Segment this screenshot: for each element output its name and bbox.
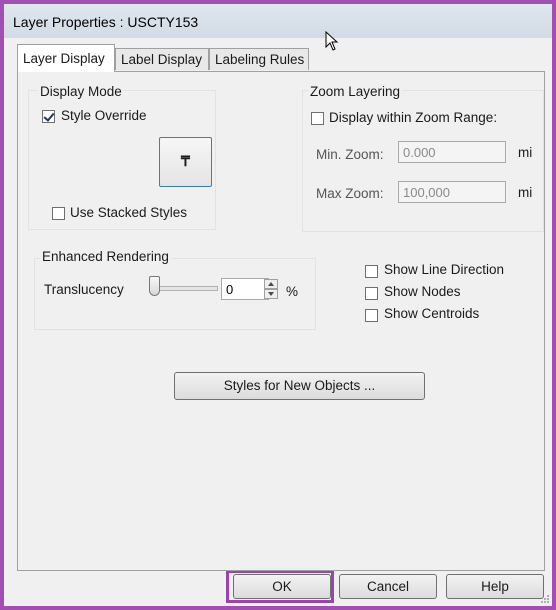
max-zoom-unit: mi xyxy=(518,185,533,200)
display-within-zoom-label: Display within Zoom Range: xyxy=(329,110,498,125)
min-zoom-label: Min. Zoom: xyxy=(316,147,384,162)
min-zoom-input[interactable]: 0.000 xyxy=(398,141,506,163)
window-title: Layer Properties : USCTY153 xyxy=(13,14,199,30)
use-stacked-styles-checkbox[interactable] xyxy=(52,207,65,220)
resize-grip-icon[interactable] xyxy=(538,592,550,604)
spin-down-button[interactable] xyxy=(264,289,278,299)
max-zoom-label: Max Zoom: xyxy=(316,186,384,201)
tab-label: Layer Display xyxy=(23,51,105,66)
tab-labeling-rules[interactable]: Labeling Rules xyxy=(209,48,309,70)
enhanced-rendering-title: Enhanced Rendering xyxy=(40,249,171,264)
show-centroids-label: Show Centroids xyxy=(384,306,480,321)
spin-up-button[interactable] xyxy=(264,279,278,289)
show-line-direction-checkbox[interactable] xyxy=(365,265,378,278)
display-mode-title: Display Mode xyxy=(38,84,124,99)
show-nodes-label: Show Nodes xyxy=(384,284,461,299)
help-button[interactable]: Help xyxy=(446,574,544,599)
spin-down-icon xyxy=(268,292,274,296)
tab-label: Labeling Rules xyxy=(215,52,305,67)
display-within-zoom-checkbox[interactable] xyxy=(311,112,324,125)
translucency-slider-track[interactable] xyxy=(152,286,218,291)
translucency-input[interactable]: 0 xyxy=(221,278,269,300)
layer-properties-dialog: Layer Properties : USCTY153 Layer Displa… xyxy=(4,4,552,606)
styles-for-new-objects-button[interactable]: Styles for New Objects ... xyxy=(174,372,425,400)
show-line-direction-label: Show Line Direction xyxy=(384,262,505,277)
show-nodes-checkbox[interactable] xyxy=(365,287,378,300)
style-override-label: Style Override xyxy=(61,108,147,123)
min-zoom-unit: mi xyxy=(518,145,533,160)
tab-label: Label Display xyxy=(121,52,203,67)
mouse-cursor-icon xyxy=(325,31,339,51)
spin-up-icon xyxy=(268,282,274,286)
title-bar[interactable]: Layer Properties : USCTY153 xyxy=(4,4,552,38)
translucency-slider-thumb[interactable] xyxy=(149,276,160,296)
tab-panel-layer-display: Display Mode Style Override ₸ Use Stacke… xyxy=(17,71,545,571)
tab-label-display[interactable]: Label Display xyxy=(115,48,209,70)
translucency-label: Translucency xyxy=(44,282,124,297)
zoom-layering-title: Zoom Layering xyxy=(308,84,403,99)
cancel-button[interactable]: Cancel xyxy=(339,574,437,599)
ok-highlight xyxy=(226,570,334,603)
tab-layer-display[interactable]: Layer Display xyxy=(17,44,115,72)
use-stacked-styles-label: Use Stacked Styles xyxy=(70,205,188,220)
max-zoom-input[interactable]: 100,000 xyxy=(398,181,506,203)
translucency-unit: % xyxy=(286,284,299,299)
style-override-checkbox[interactable] xyxy=(42,110,55,123)
style-glyph-icon: ₸ xyxy=(181,153,190,169)
show-centroids-checkbox[interactable] xyxy=(365,309,378,322)
style-picker-button[interactable]: ₸ xyxy=(159,137,212,187)
